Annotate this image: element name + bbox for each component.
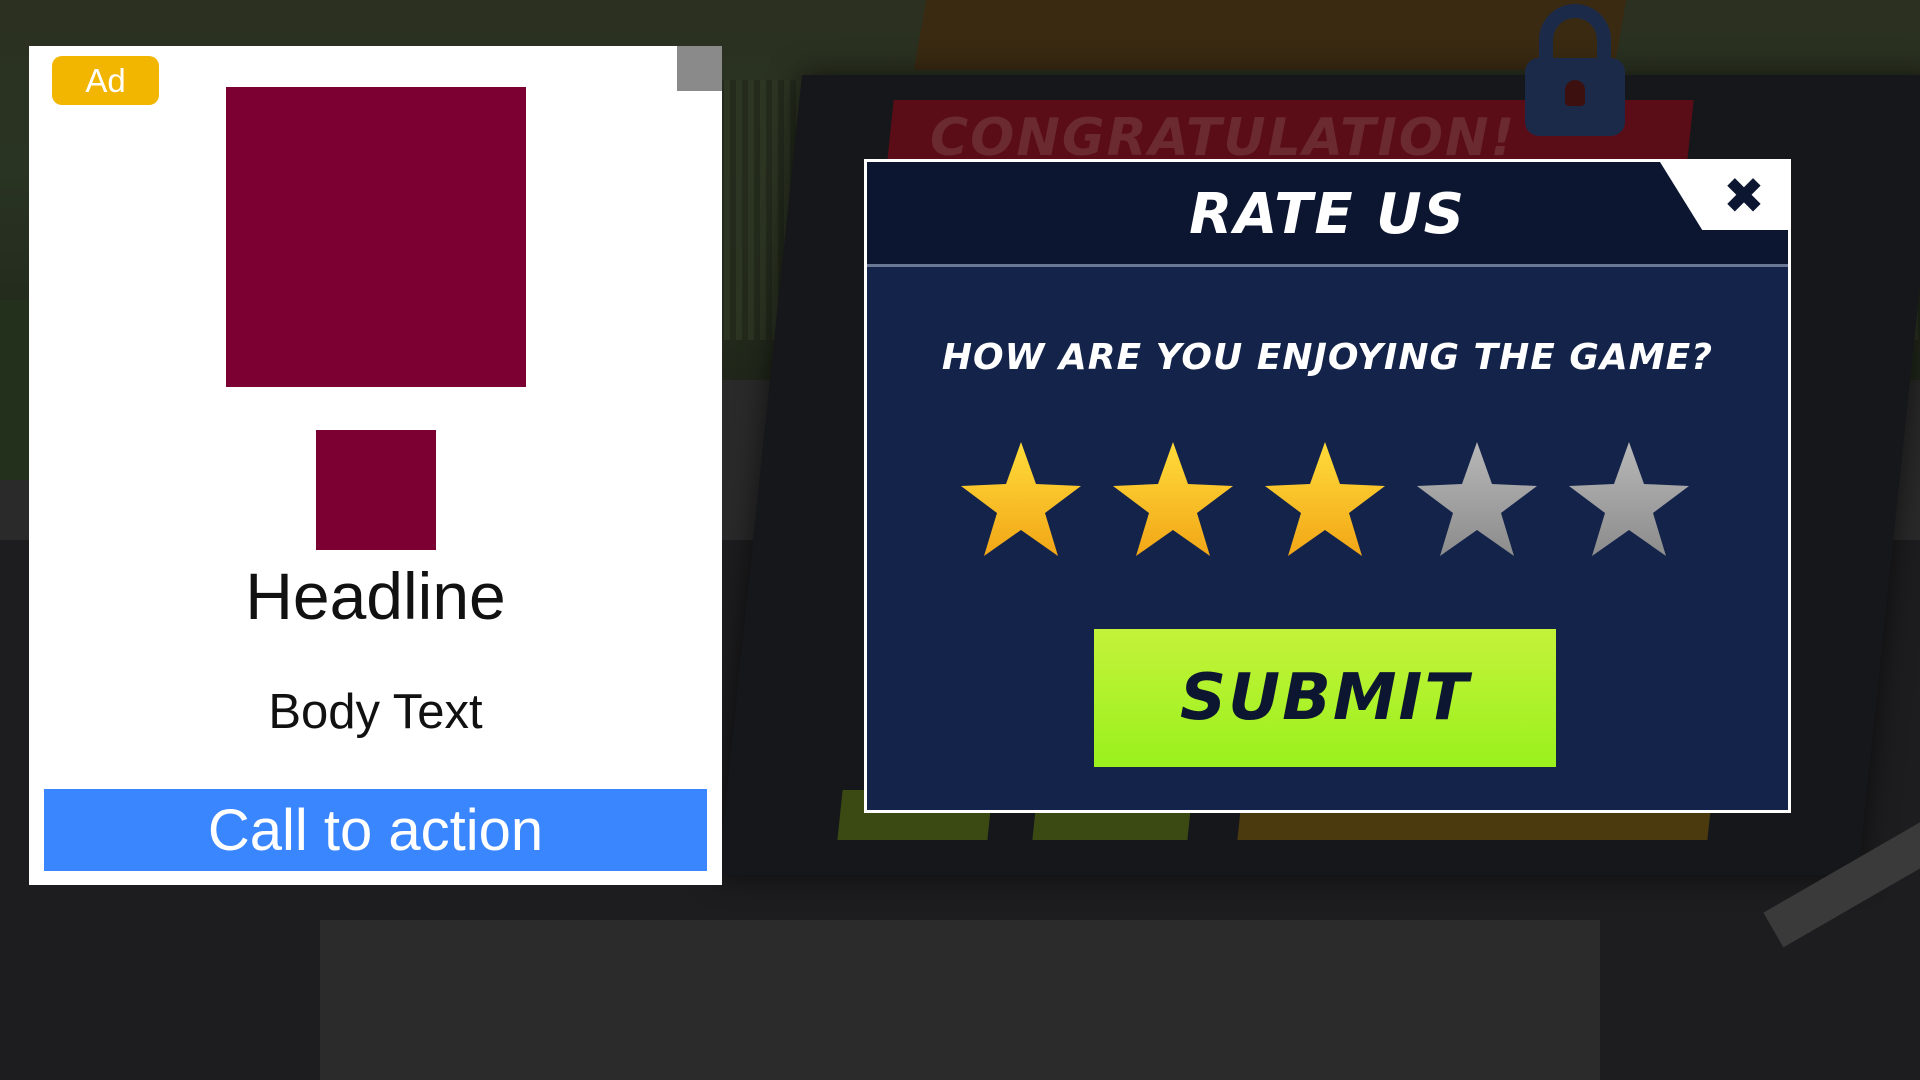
rating-question: HOW ARE YOU ENJOYING THE GAME? [941,337,1714,378]
ad-call-to-action-button[interactable]: Call to action [44,789,707,871]
star-rating[interactable] [959,440,1699,570]
bottom-panel [320,920,1600,1080]
native-ad-card[interactable]: Ad Headline Body Text Call to action [29,46,722,885]
submit-button[interactable]: SUBMIT [1094,629,1556,767]
ad-body-text: Body Text [268,685,483,739]
dialog-header: RATE US [867,162,1788,267]
ad-app-icon[interactable] [316,430,436,550]
rate-us-dialog: RATE US ✖ HOW ARE YOU ENJOYING THE GAME?… [864,159,1791,813]
star-empty-icon[interactable] [1567,440,1691,560]
stadium-roof [913,0,1627,70]
ad-media-image[interactable] [226,87,526,387]
dialog-title: RATE US [1189,182,1466,247]
ad-choices-icon[interactable] [677,46,722,91]
ad-badge: Ad [52,56,159,105]
lock-icon [1525,0,1625,136]
star-filled-icon[interactable] [959,440,1083,560]
ad-headline[interactable]: Headline [29,558,722,634]
star-filled-icon[interactable] [1263,440,1387,560]
star-filled-icon[interactable] [1111,440,1235,560]
close-icon[interactable]: ✖ [1716,168,1772,224]
star-empty-icon[interactable] [1415,440,1539,560]
